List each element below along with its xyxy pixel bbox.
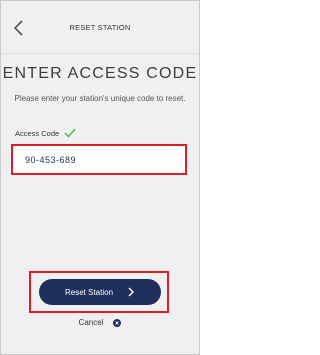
access-code-value: 90-453-689 [25, 155, 77, 165]
reset-station-label: Reset Station [64, 287, 114, 297]
instructions-text: Please enter your station's unique code … [14, 94, 186, 103]
access-code-input[interactable]: 90-453-689 [11, 144, 187, 175]
check-icon [64, 128, 76, 138]
reset-station-button[interactable]: Reset Station [39, 279, 161, 305]
reset-station-screen: RESET STATION ENTER ACCESS CODE Please e… [0, 0, 200, 355]
access-code-heading: ENTER ACCESS CODE [2, 65, 198, 82]
close-circle-icon[interactable] [113, 318, 122, 327]
access-code-label: Access Code [15, 128, 60, 138]
cancel-button[interactable]: Cancel [79, 318, 104, 327]
cancel-row: Cancel [1, 318, 199, 327]
page-title: RESET STATION [69, 23, 131, 32]
access-code-label-row: Access Code [15, 127, 76, 139]
header-bar: RESET STATION [1, 1, 199, 54]
chevron-right-icon [128, 287, 135, 297]
